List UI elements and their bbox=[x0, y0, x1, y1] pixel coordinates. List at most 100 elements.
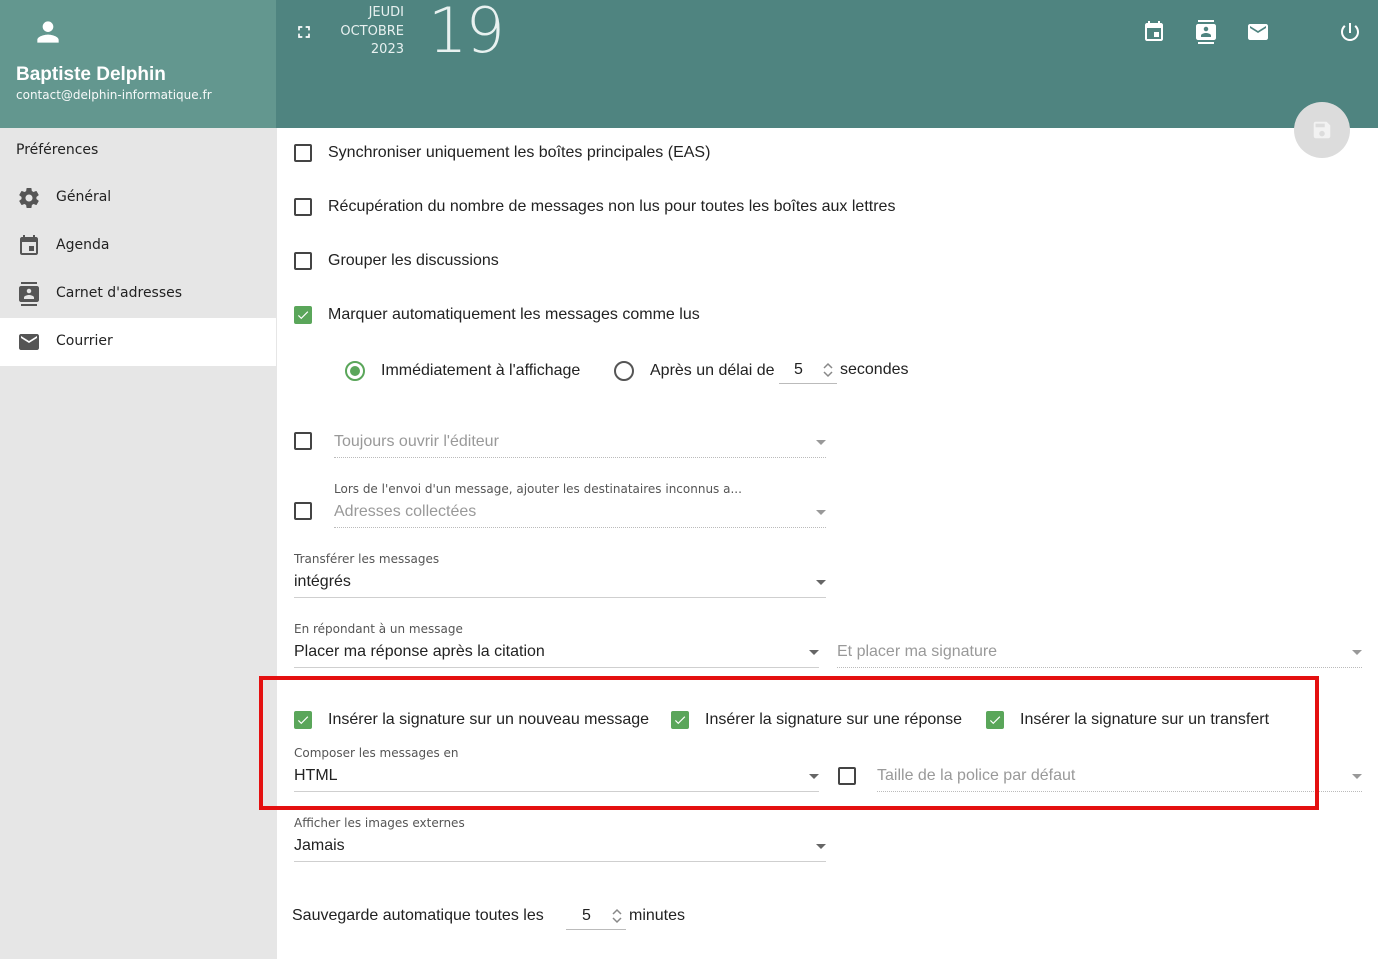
checkmark-icon bbox=[297, 311, 309, 320]
gear-icon bbox=[19, 188, 39, 209]
group-threads-label: Grouper les discussions bbox=[328, 252, 499, 269]
year: 2023 bbox=[370, 42, 404, 57]
mail-preferences-panel: Synchroniser uniquement les boîtes princ… bbox=[277, 128, 1378, 959]
chevron-down-icon bbox=[816, 510, 826, 515]
unread-count-label: Récupération du nombre de messages non l… bbox=[328, 198, 896, 215]
signature-new-checkbox[interactable] bbox=[294, 711, 312, 729]
sidebar-item-address-book[interactable]: Carnet d'adresses bbox=[0, 270, 276, 318]
sidebar-item-label: Courrier bbox=[56, 333, 113, 349]
contacts-icon bbox=[19, 282, 39, 306]
unknown-recipients-checkbox[interactable] bbox=[294, 502, 312, 520]
always-open-editor-row[interactable] bbox=[294, 432, 312, 450]
external-images-value: Jamais bbox=[294, 837, 345, 854]
sidebar-item-mail[interactable]: Courrier bbox=[0, 318, 276, 366]
sync-main-checkbox[interactable] bbox=[294, 144, 312, 162]
chevron-down-icon bbox=[809, 650, 819, 655]
always-open-editor-checkbox[interactable] bbox=[294, 432, 312, 450]
font-size-value: Taille de la police par défaut bbox=[877, 767, 1076, 784]
auto-mark-read-row[interactable]: Marquer automatiquement les messages com… bbox=[294, 306, 700, 324]
autosave-suffix-row: minutes bbox=[629, 907, 685, 925]
chevron-down-icon bbox=[1352, 650, 1362, 655]
auto-mark-read-checkbox[interactable] bbox=[294, 306, 312, 324]
auto-mark-read-label: Marquer automatiquement les messages com… bbox=[328, 306, 700, 323]
signature-new-label: Insérer la signature sur un nouveau mess… bbox=[328, 711, 650, 728]
unread-count-checkbox[interactable] bbox=[294, 198, 312, 216]
autosave-prefix: Sauvegarde automatique toutes les bbox=[292, 907, 544, 924]
contacts-icon[interactable] bbox=[1194, 20, 1218, 44]
mark-read-immediately-row[interactable]: Immédiatement à l'affichage bbox=[345, 361, 580, 381]
reply-value: Placer ma réponse après la citation bbox=[294, 643, 545, 660]
fullscreen-icon[interactable] bbox=[294, 22, 314, 42]
signature-placement-placeholder: Et placer ma signature bbox=[837, 643, 998, 660]
compose-value: HTML bbox=[294, 767, 338, 784]
always-open-editor-select[interactable]: Toujours ouvrir l'éditeur bbox=[334, 424, 826, 458]
chevron-down-icon bbox=[816, 440, 826, 445]
user-email: contact@delphin-informatique.fr bbox=[16, 88, 212, 102]
unread-count-row[interactable]: Récupération du nombre de messages non l… bbox=[294, 198, 895, 216]
mark-read-delay-radio[interactable] bbox=[614, 361, 634, 381]
signature-reply-row[interactable]: Insérer la signature sur une réponse bbox=[671, 711, 962, 729]
unknown-recipients-select[interactable]: Adresses collectées bbox=[334, 494, 826, 528]
day-number: 19 bbox=[428, 0, 505, 67]
mail-icon bbox=[19, 334, 39, 350]
power-icon[interactable] bbox=[1338, 20, 1362, 44]
group-threads-row[interactable]: Grouper les discussions bbox=[294, 252, 499, 270]
sidebar-item-label: Agenda bbox=[56, 237, 110, 253]
mark-read-delay-suffix-row: secondes bbox=[840, 361, 909, 379]
preferences-heading: Préférences bbox=[16, 142, 99, 158]
top-bar: JEUDI OCTOBRE 2023 19 bbox=[276, 0, 1378, 128]
sidebar-item-label: Carnet d'adresses bbox=[56, 285, 183, 301]
sidebar: Baptiste Delphin contact@delphin-informa… bbox=[0, 0, 277, 959]
stepper-icon[interactable] bbox=[610, 906, 624, 926]
signature-reply-label: Insérer la signature sur une réponse bbox=[705, 711, 963, 728]
chevron-down-icon bbox=[809, 774, 819, 779]
sync-main-row[interactable]: Synchroniser uniquement les boîtes princ… bbox=[294, 144, 710, 162]
mark-read-immediately-radio[interactable] bbox=[345, 361, 365, 381]
reply-select[interactable]: Placer ma réponse après la citation bbox=[294, 634, 819, 668]
user-card: Baptiste Delphin contact@delphin-informa… bbox=[0, 0, 276, 128]
autosave-value: 5 bbox=[582, 907, 591, 924]
calendar-icon[interactable] bbox=[1142, 20, 1166, 44]
checkmark-icon bbox=[989, 716, 1001, 725]
checkmark-icon bbox=[297, 716, 309, 725]
mark-read-delay-value: 5 bbox=[794, 361, 803, 378]
mark-read-delay-input[interactable]: 5 bbox=[779, 358, 837, 384]
month: OCTOBRE bbox=[340, 24, 404, 39]
save-icon bbox=[1313, 121, 1331, 139]
font-size-select[interactable]: Taille de la police par défaut bbox=[877, 758, 1362, 792]
signature-forward-row[interactable]: Insérer la signature sur un transfert bbox=[986, 711, 1269, 729]
stepper-icon[interactable] bbox=[821, 360, 835, 380]
signature-reply-checkbox[interactable] bbox=[671, 711, 689, 729]
save-button[interactable] bbox=[1294, 102, 1350, 158]
forward-select[interactable]: intégrés bbox=[294, 564, 826, 598]
always-open-editor-value: Toujours ouvrir l'éditeur bbox=[334, 433, 499, 450]
chevron-down-icon bbox=[816, 580, 826, 585]
mail-icon[interactable] bbox=[1246, 20, 1270, 44]
mark-read-delay-prefix: Après un délai de bbox=[650, 362, 775, 379]
date-block: JEUDI OCTOBRE 2023 bbox=[334, 5, 404, 65]
mark-read-immediately-label: Immédiatement à l'affichage bbox=[381, 362, 581, 379]
font-size-row[interactable] bbox=[838, 767, 856, 785]
autosave-prefix-row: Sauvegarde automatique toutes les bbox=[292, 907, 544, 925]
chevron-down-icon bbox=[816, 844, 826, 849]
weekday: JEUDI bbox=[368, 5, 404, 20]
sidebar-item-general[interactable]: Général bbox=[0, 174, 276, 222]
signature-placement-select[interactable]: Et placer ma signature bbox=[837, 634, 1362, 668]
compose-select[interactable]: HTML bbox=[294, 758, 819, 792]
sidebar-item-agenda[interactable]: Agenda bbox=[0, 222, 276, 270]
mark-read-delay-row[interactable]: Après un délai de bbox=[614, 361, 775, 381]
autosave-suffix: minutes bbox=[629, 907, 686, 924]
unknown-recipients-value: Adresses collectées bbox=[334, 503, 477, 520]
signature-new-row[interactable]: Insérer la signature sur un nouveau mess… bbox=[294, 711, 649, 729]
unknown-recipients-row[interactable] bbox=[294, 502, 312, 520]
autosave-input[interactable]: 5 bbox=[566, 904, 626, 930]
group-threads-checkbox[interactable] bbox=[294, 252, 312, 270]
signature-forward-checkbox[interactable] bbox=[986, 711, 1004, 729]
font-size-checkbox[interactable] bbox=[838, 767, 856, 785]
chevron-down-icon bbox=[1352, 774, 1362, 779]
checkmark-icon bbox=[674, 716, 686, 725]
user-name: Baptiste Delphin bbox=[16, 64, 166, 85]
external-images-select[interactable]: Jamais bbox=[294, 828, 826, 862]
signature-forward-label: Insérer la signature sur un transfert bbox=[1020, 711, 1270, 728]
forward-value: intégrés bbox=[294, 573, 351, 590]
